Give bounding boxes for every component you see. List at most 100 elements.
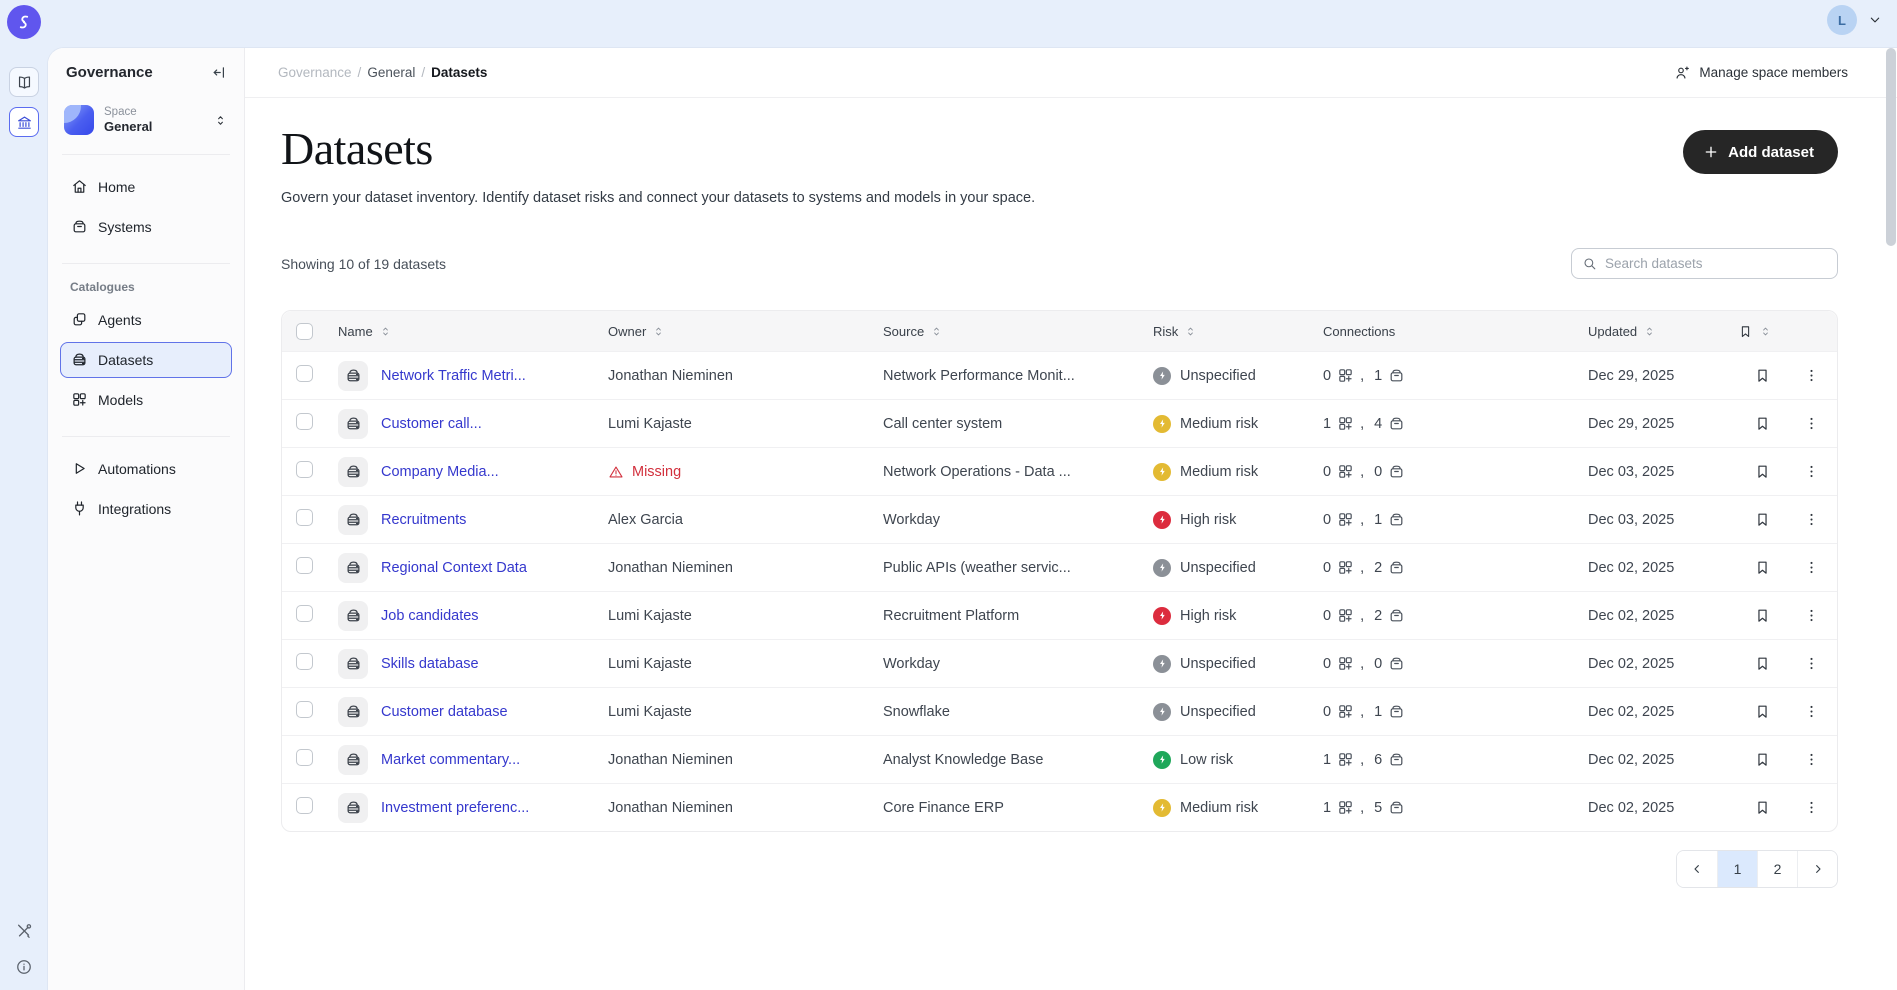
bookmark-button[interactable] [1750, 459, 1775, 484]
search-input[interactable] [1605, 256, 1827, 271]
space-selector[interactable]: Space General [60, 101, 232, 140]
dataset-icon [338, 745, 368, 775]
avatar[interactable]: L [1827, 5, 1857, 35]
pagination-prev-button[interactable] [1677, 851, 1717, 887]
row-menu-button[interactable] [1799, 747, 1824, 772]
risk-label: Unspecified [1180, 704, 1256, 720]
header-label: Updated [1588, 324, 1637, 339]
row-menu-button[interactable] [1799, 507, 1824, 532]
dataset-name-link[interactable]: Recruitments [381, 512, 466, 528]
updated-date: Dec 03, 2025 [1588, 464, 1738, 480]
bookmark-button[interactable] [1750, 699, 1775, 724]
header-name[interactable]: Name [338, 324, 608, 339]
header-source[interactable]: Source [883, 324, 1153, 339]
models-connection-icon [1335, 463, 1356, 480]
archive-box-icon [71, 218, 88, 235]
owner-name: Lumi Kajaste [608, 608, 692, 624]
row-menu-button[interactable] [1799, 363, 1824, 388]
manage-space-members-button[interactable]: Manage space members [1674, 65, 1848, 81]
connections-cell: 0 , 2 [1323, 559, 1588, 576]
row-menu-button[interactable] [1799, 699, 1824, 724]
sort-icon [1759, 325, 1772, 338]
plug-icon [71, 500, 88, 517]
systems-count: 1 [1374, 704, 1382, 720]
scrollbar-thumb[interactable] [1886, 48, 1896, 246]
breadcrumb-governance[interactable]: Governance [278, 65, 352, 80]
sidebar-item-label: Agents [98, 312, 142, 328]
source-name: Workday [883, 656, 1153, 672]
header-owner[interactable]: Owner [608, 324, 883, 339]
systems-connection-icon [1386, 799, 1407, 816]
row-menu-button[interactable] [1799, 411, 1824, 436]
add-dataset-button[interactable]: Add dataset [1683, 130, 1838, 174]
bookmark-button[interactable] [1750, 507, 1775, 532]
sidebar-item-models[interactable]: Models [60, 382, 232, 418]
sidebar-item-automations[interactable]: Automations [60, 451, 232, 487]
dataset-name-link[interactable]: Skills database [381, 656, 479, 672]
dataset-name-link[interactable]: Investment preferenc... [381, 800, 529, 816]
models-connection-icon [1335, 751, 1356, 768]
row-menu-button[interactable] [1799, 651, 1824, 676]
tools-icon[interactable] [15, 922, 33, 940]
bookmark-button[interactable] [1750, 363, 1775, 388]
row-checkbox[interactable] [296, 461, 313, 478]
row-checkbox[interactable] [296, 605, 313, 622]
sidebar-item-datasets[interactable]: Datasets [60, 342, 232, 378]
user-plus-icon [1674, 65, 1690, 81]
dataset-name-link[interactable]: Regional Context Data [381, 560, 527, 576]
header-bookmark[interactable] [1738, 324, 1786, 339]
showing-count: Showing 10 of 19 datasets [281, 256, 446, 272]
sidebar-item-agents[interactable]: Agents [60, 302, 232, 338]
dataset-icon [338, 505, 368, 535]
bookmark-button[interactable] [1750, 603, 1775, 628]
table-row: Company Media... Missing Network Operati… [282, 447, 1837, 495]
source-name: Network Operations - Data ... [883, 464, 1153, 480]
dataset-name-link[interactable]: Customer database [381, 704, 508, 720]
library-rail-button[interactable] [9, 67, 39, 97]
header-updated[interactable]: Updated [1588, 324, 1738, 339]
pagination-page-1[interactable]: 1 [1717, 851, 1757, 887]
bookmark-icon [1754, 751, 1771, 768]
row-menu-button[interactable] [1799, 555, 1824, 580]
row-checkbox[interactable] [296, 365, 313, 382]
row-menu-button[interactable] [1799, 459, 1824, 484]
header-risk[interactable]: Risk [1153, 324, 1323, 339]
row-menu-button[interactable] [1799, 603, 1824, 628]
bookmark-button[interactable] [1750, 411, 1775, 436]
dataset-name-link[interactable]: Customer call... [381, 416, 482, 432]
connections-separator: , [1360, 800, 1364, 816]
user-menu-chevron-icon[interactable] [1867, 12, 1883, 28]
pagination-next-button[interactable] [1797, 851, 1837, 887]
governance-rail-button[interactable] [9, 107, 39, 137]
dataset-name-link[interactable]: Job candidates [381, 608, 479, 624]
dataset-name-link[interactable]: Company Media... [381, 464, 499, 480]
risk-bolt-icon [1153, 655, 1171, 673]
bookmark-button[interactable] [1750, 795, 1775, 820]
source-name: Public APIs (weather servic... [883, 560, 1153, 576]
app-logo[interactable] [7, 5, 41, 39]
row-checkbox[interactable] [296, 653, 313, 670]
row-checkbox[interactable] [296, 797, 313, 814]
bookmark-button[interactable] [1750, 555, 1775, 580]
owner-name: Missing [632, 464, 681, 480]
connections-separator: , [1360, 656, 1364, 672]
dataset-name-link[interactable]: Market commentary... [381, 752, 520, 768]
select-all-checkbox[interactable] [296, 323, 313, 340]
row-checkbox[interactable] [296, 413, 313, 430]
sidebar-item-systems[interactable]: Systems [60, 209, 232, 245]
bookmark-button[interactable] [1750, 747, 1775, 772]
sidebar-item-home[interactable]: Home [60, 169, 232, 205]
row-checkbox[interactable] [296, 749, 313, 766]
breadcrumb-general[interactable]: General [367, 65, 415, 80]
info-icon[interactable] [15, 958, 33, 976]
sidebar-item-integrations[interactable]: Integrations [60, 491, 232, 527]
bookmark-button[interactable] [1750, 651, 1775, 676]
pagination-page-2[interactable]: 2 [1757, 851, 1797, 887]
row-checkbox[interactable] [296, 701, 313, 718]
sidebar-collapse-button[interactable] [211, 64, 228, 81]
row-checkbox[interactable] [296, 509, 313, 526]
row-menu-button[interactable] [1799, 795, 1824, 820]
risk-bolt-icon [1153, 799, 1171, 817]
dataset-name-link[interactable]: Network Traffic Metri... [381, 368, 526, 384]
row-checkbox[interactable] [296, 557, 313, 574]
